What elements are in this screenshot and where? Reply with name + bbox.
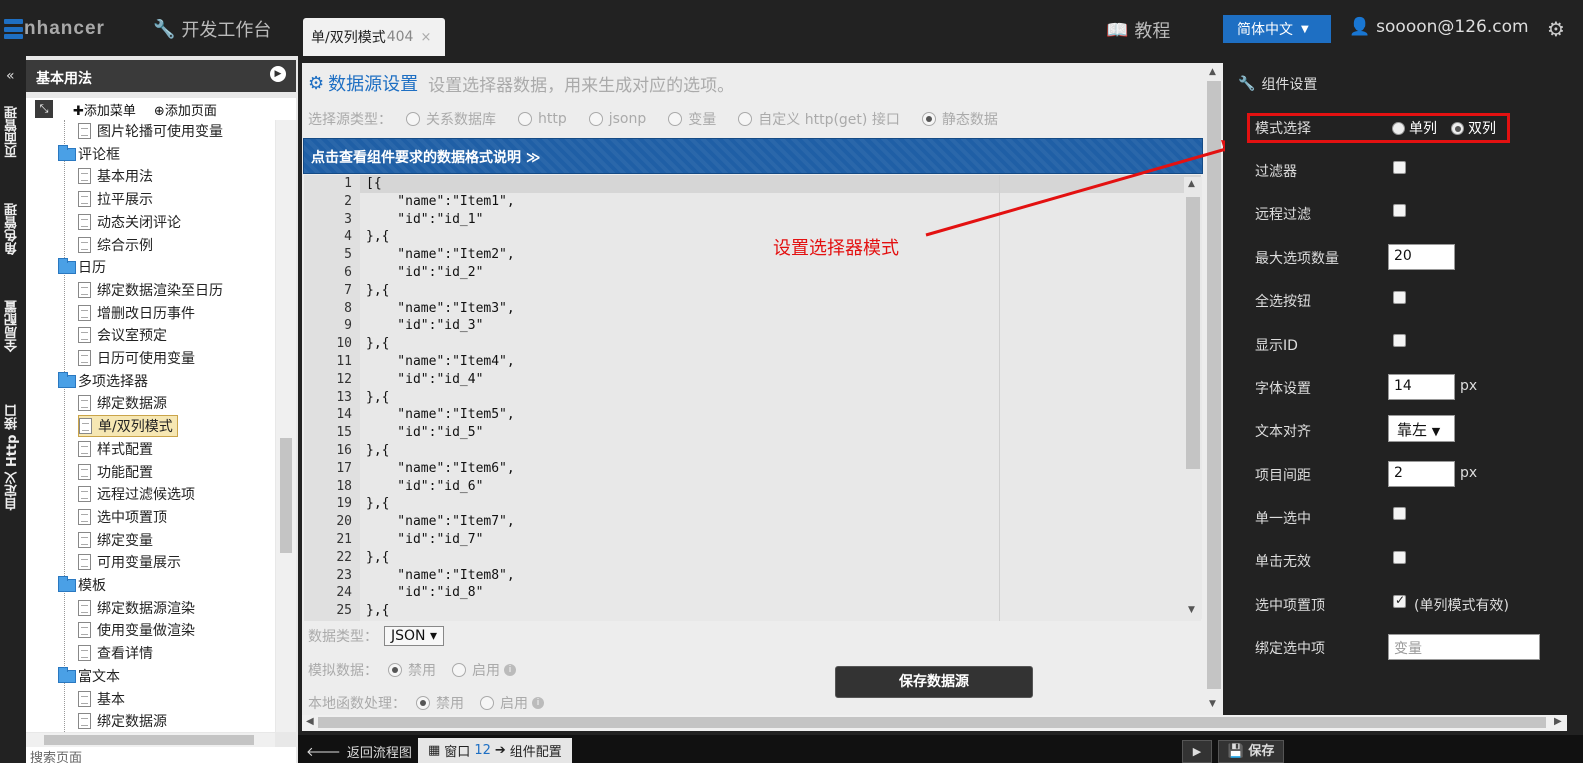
window-tail: 组件配置 (509, 745, 562, 760)
annotation-text: 设置选择器模式 (773, 238, 899, 259)
save-label: 保存 (1248, 744, 1275, 759)
component-settings-header: 🔧 组件设置 (1238, 74, 1317, 94)
run-button[interactable]: ▶ (1182, 740, 1212, 763)
bind-selected-label: 绑定选中项 (1255, 641, 1325, 657)
floppy-icon: 💾 (1227, 744, 1244, 759)
window-number: 12 (474, 743, 491, 758)
max-options-label: 最大选项数量 (1255, 251, 1339, 267)
single-select-checkbox[interactable] (1393, 507, 1406, 520)
remote-filter-label: 远程过滤 (1255, 207, 1311, 223)
save-button[interactable]: 💾 保存 (1218, 740, 1284, 763)
remote-filter-checkbox[interactable] (1393, 204, 1406, 217)
text-align-select[interactable]: 靠左 ▼ (1388, 415, 1455, 442)
single-select-label: 单一选中 (1255, 511, 1311, 527)
right-scrollbar[interactable] (1567, 56, 1583, 715)
window-label: 窗口 (444, 745, 471, 760)
grid-icon: ▦ (428, 743, 441, 758)
select-all-checkbox[interactable] (1393, 291, 1406, 304)
mode-double-label: 双列 (1468, 121, 1496, 137)
show-id-label: 显示ID (1255, 338, 1298, 354)
back-label: 返回流程图 (346, 746, 412, 761)
caret-down-icon: ▼ (1431, 425, 1441, 438)
pin-selected-checkbox[interactable] (1393, 593, 1406, 608)
item-spacing-input[interactable]: 2 (1388, 461, 1455, 487)
click-disabled-checkbox[interactable] (1393, 551, 1406, 564)
font-size-label: 字体设置 (1255, 381, 1311, 397)
back-to-flow-button[interactable]: 🡐 返回流程图 (306, 742, 412, 762)
text-align-label: 文本对齐 (1255, 424, 1311, 440)
window-indicator[interactable]: ▦ 窗口 12 ➔ 组件配置 (418, 738, 572, 763)
item-spacing-unit: px (1460, 465, 1478, 481)
select-all-label: 全选按钮 (1255, 294, 1311, 310)
pin-selected-label: 选中项置顶 (1255, 598, 1325, 614)
show-id-checkbox[interactable] (1393, 334, 1406, 347)
wrench-icon: 🔧 (1238, 76, 1256, 92)
mode-label: 模式选择 (1255, 121, 1311, 137)
arrow-right-icon: ➔ (494, 743, 506, 758)
max-options-input[interactable]: 20 (1388, 244, 1455, 270)
mode-radio-group: 单列 双列 (1392, 118, 1496, 138)
bind-selected-input[interactable]: 变量 (1388, 634, 1540, 660)
play-icon: ▶ (1192, 745, 1202, 758)
text-align-value: 靠左 (1397, 421, 1428, 439)
filter-label: 过滤器 (1255, 164, 1297, 180)
item-spacing-label: 项目间距 (1255, 468, 1311, 484)
component-settings-title: 组件设置 (1261, 77, 1318, 93)
mode-single-label: 单列 (1409, 121, 1437, 137)
pin-selected-note: (单列模式有效) (1414, 598, 1509, 614)
arrow-left-icon: 🡐 (306, 744, 341, 760)
mode-double-radio[interactable] (1451, 121, 1464, 135)
font-size-input[interactable]: 14 (1388, 374, 1455, 400)
font-size-unit: px (1460, 378, 1478, 394)
click-disabled-label: 单击无效 (1255, 554, 1311, 570)
filter-checkbox[interactable] (1393, 161, 1406, 174)
mode-single-radio[interactable] (1392, 121, 1405, 135)
